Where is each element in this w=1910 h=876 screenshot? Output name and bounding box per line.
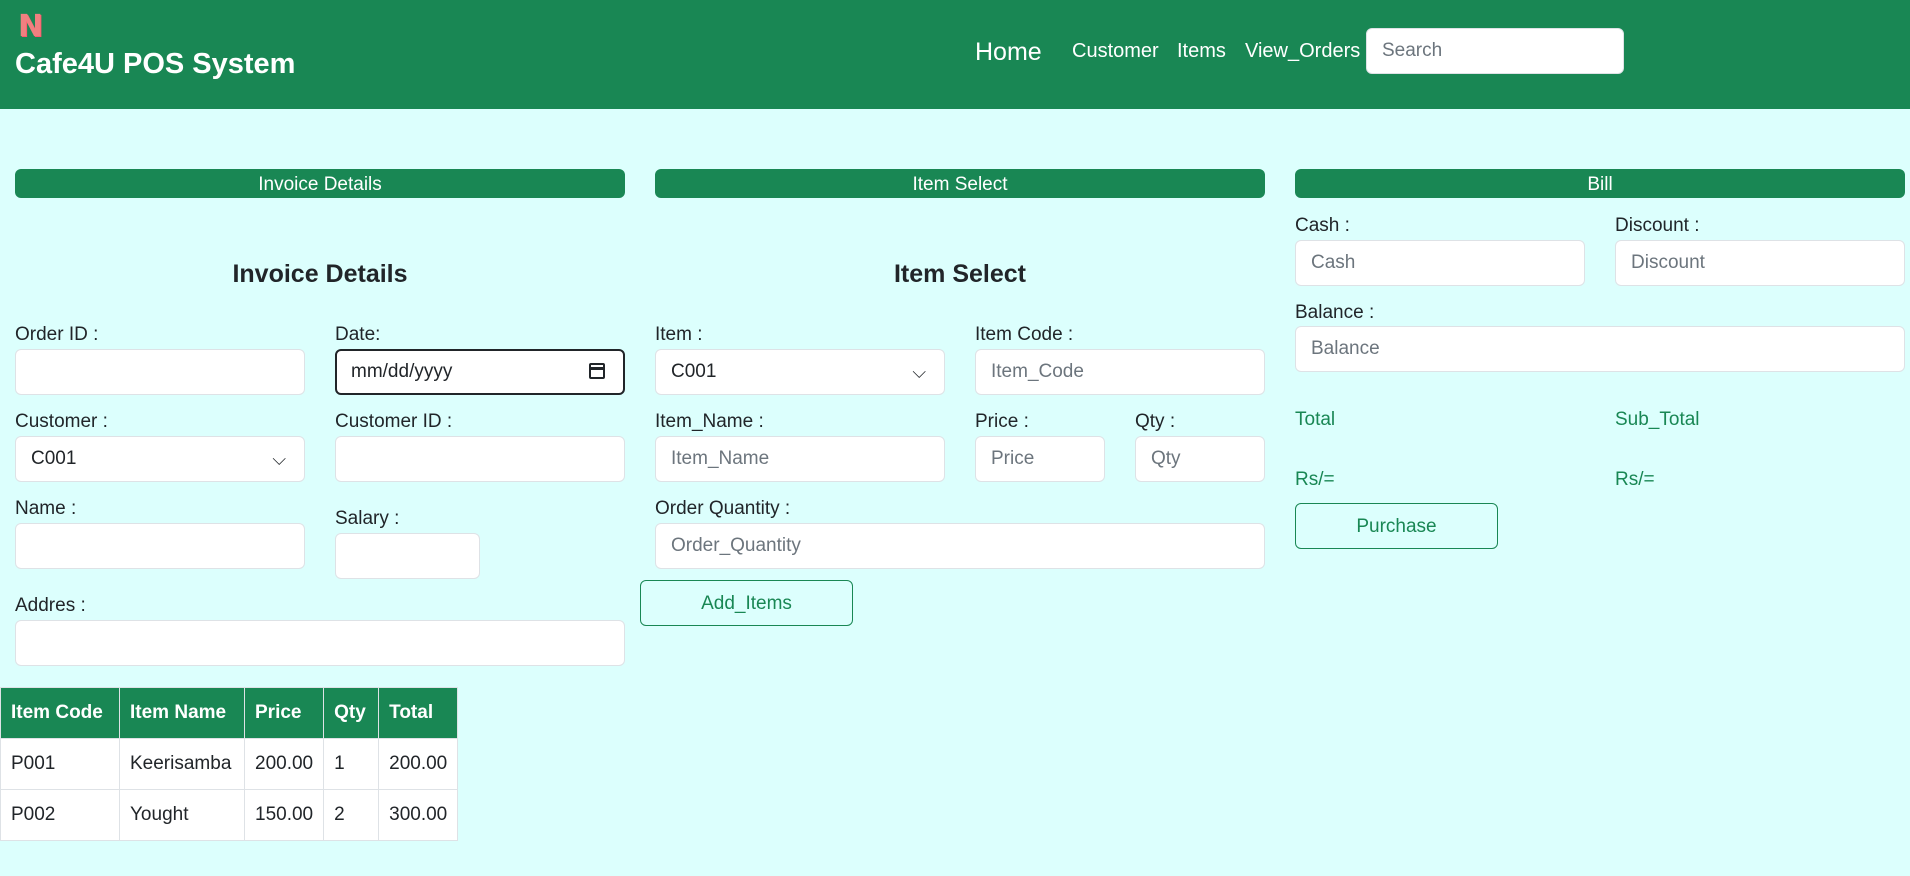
cell-item-code: P001 xyxy=(0,738,120,790)
table-row[interactable]: P002 Yought 150.00 2 300.00 xyxy=(0,789,459,841)
name-input[interactable] xyxy=(15,523,305,569)
item-label: Item : xyxy=(655,324,703,345)
col-total: Total xyxy=(378,687,459,739)
salary-label: Salary : xyxy=(335,508,400,529)
add-items-button[interactable]: Add_Items xyxy=(640,580,853,626)
address-label: Addres : xyxy=(15,595,86,616)
cash-label: Cash : xyxy=(1295,215,1350,236)
discount-input[interactable]: Discount xyxy=(1615,240,1905,286)
nav-link-view-orders[interactable]: View_Orders xyxy=(1245,40,1360,63)
subtotal-label: Sub_Total xyxy=(1615,409,1700,430)
date-value: mm/dd/yyyy xyxy=(351,361,453,382)
date-input[interactable]: mm/dd/yyyy xyxy=(335,349,625,395)
total-value: Rs/= xyxy=(1295,469,1335,490)
calendar-icon[interactable] xyxy=(589,363,605,379)
qty-label: Qty : xyxy=(1135,411,1176,432)
order-id-label: Order ID : xyxy=(15,324,99,345)
item-select[interactable]: C001 ⌵ xyxy=(655,349,945,395)
customer-label: Customer : xyxy=(15,411,108,432)
chevron-down-icon: ⌵ xyxy=(912,362,926,382)
purchase-button[interactable]: Purchase xyxy=(1295,503,1498,549)
total-label: Total xyxy=(1295,409,1336,430)
col-qty: Qty xyxy=(323,687,380,739)
subtotal-value: Rs/= xyxy=(1615,469,1655,490)
customer-select-value: C001 xyxy=(31,448,77,469)
item-select-value: C001 xyxy=(671,361,717,382)
cell-price: 200.00 xyxy=(243,738,325,790)
cash-input[interactable]: Cash xyxy=(1295,240,1585,286)
balance-input[interactable]: Balance xyxy=(1295,326,1905,372)
table-header-row: Item Code Item Name Price Qty Total xyxy=(0,687,459,739)
chevron-down-icon: ⌵ xyxy=(272,449,286,469)
invoice-details-header[interactable]: Invoice Details xyxy=(15,169,625,198)
item-code-input[interactable]: Item_Code xyxy=(975,349,1265,395)
table-row[interactable]: P001 Keerisamba 200.00 1 200.00 xyxy=(0,738,459,790)
cell-total: 300.00 xyxy=(378,789,459,841)
item-code-label: Item Code : xyxy=(975,324,1074,345)
discount-label: Discount : xyxy=(1615,215,1700,236)
item-name-input[interactable]: Item_Name xyxy=(655,436,945,482)
col-item-name: Item Name xyxy=(119,687,245,739)
cell-price: 150.00 xyxy=(243,789,325,841)
address-input[interactable] xyxy=(15,620,625,666)
order-quantity-input[interactable]: Order_Quantity xyxy=(655,523,1265,569)
cell-item-name: Keerisamba xyxy=(119,738,245,790)
order-quantity-label: Order Quantity : xyxy=(655,498,791,519)
qty-input[interactable]: Qty xyxy=(1135,436,1265,482)
item-name-label: Item_Name : xyxy=(655,411,764,432)
cell-total: 200.00 xyxy=(378,738,459,790)
balance-label: Balance : xyxy=(1295,302,1375,323)
invoice-details-title: Invoice Details xyxy=(232,260,408,288)
item-select-title: Item Select xyxy=(893,260,1026,288)
item-select-header[interactable]: Item Select xyxy=(655,169,1265,198)
name-label: Name : xyxy=(15,498,77,519)
nav-link-customer[interactable]: Customer xyxy=(1072,40,1159,63)
cell-item-code: P002 xyxy=(0,789,120,841)
bill-header[interactable]: Bill xyxy=(1295,169,1905,198)
nav-link-home[interactable]: Home xyxy=(975,38,1042,67)
brand-logo-icon[interactable]: N xyxy=(18,12,50,42)
order-items-table: Item Code Item Name Price Qty Total P001… xyxy=(0,687,459,841)
cell-qty: 2 xyxy=(323,789,380,841)
price-label: Price : xyxy=(975,411,1029,432)
order-id-input[interactable] xyxy=(15,349,305,395)
search-input[interactable] xyxy=(1366,28,1624,74)
col-price: Price xyxy=(243,687,325,739)
navbar: N Cafe4U POS System Home Customer Items … xyxy=(0,0,1910,109)
customer-select[interactable]: C001 ⌵ xyxy=(15,436,305,482)
customer-id-input[interactable] xyxy=(335,436,625,482)
price-input[interactable]: Price xyxy=(975,436,1105,482)
brand-title[interactable]: Cafe4U POS System xyxy=(15,48,295,81)
customer-id-label: Customer ID : xyxy=(335,411,453,432)
date-label: Date: xyxy=(335,324,381,345)
col-item-code: Item Code xyxy=(0,687,120,739)
cell-item-name: Yought xyxy=(119,789,245,841)
salary-input[interactable] xyxy=(335,533,480,579)
cell-qty: 1 xyxy=(323,738,380,790)
nav-link-items[interactable]: Items xyxy=(1177,40,1226,63)
